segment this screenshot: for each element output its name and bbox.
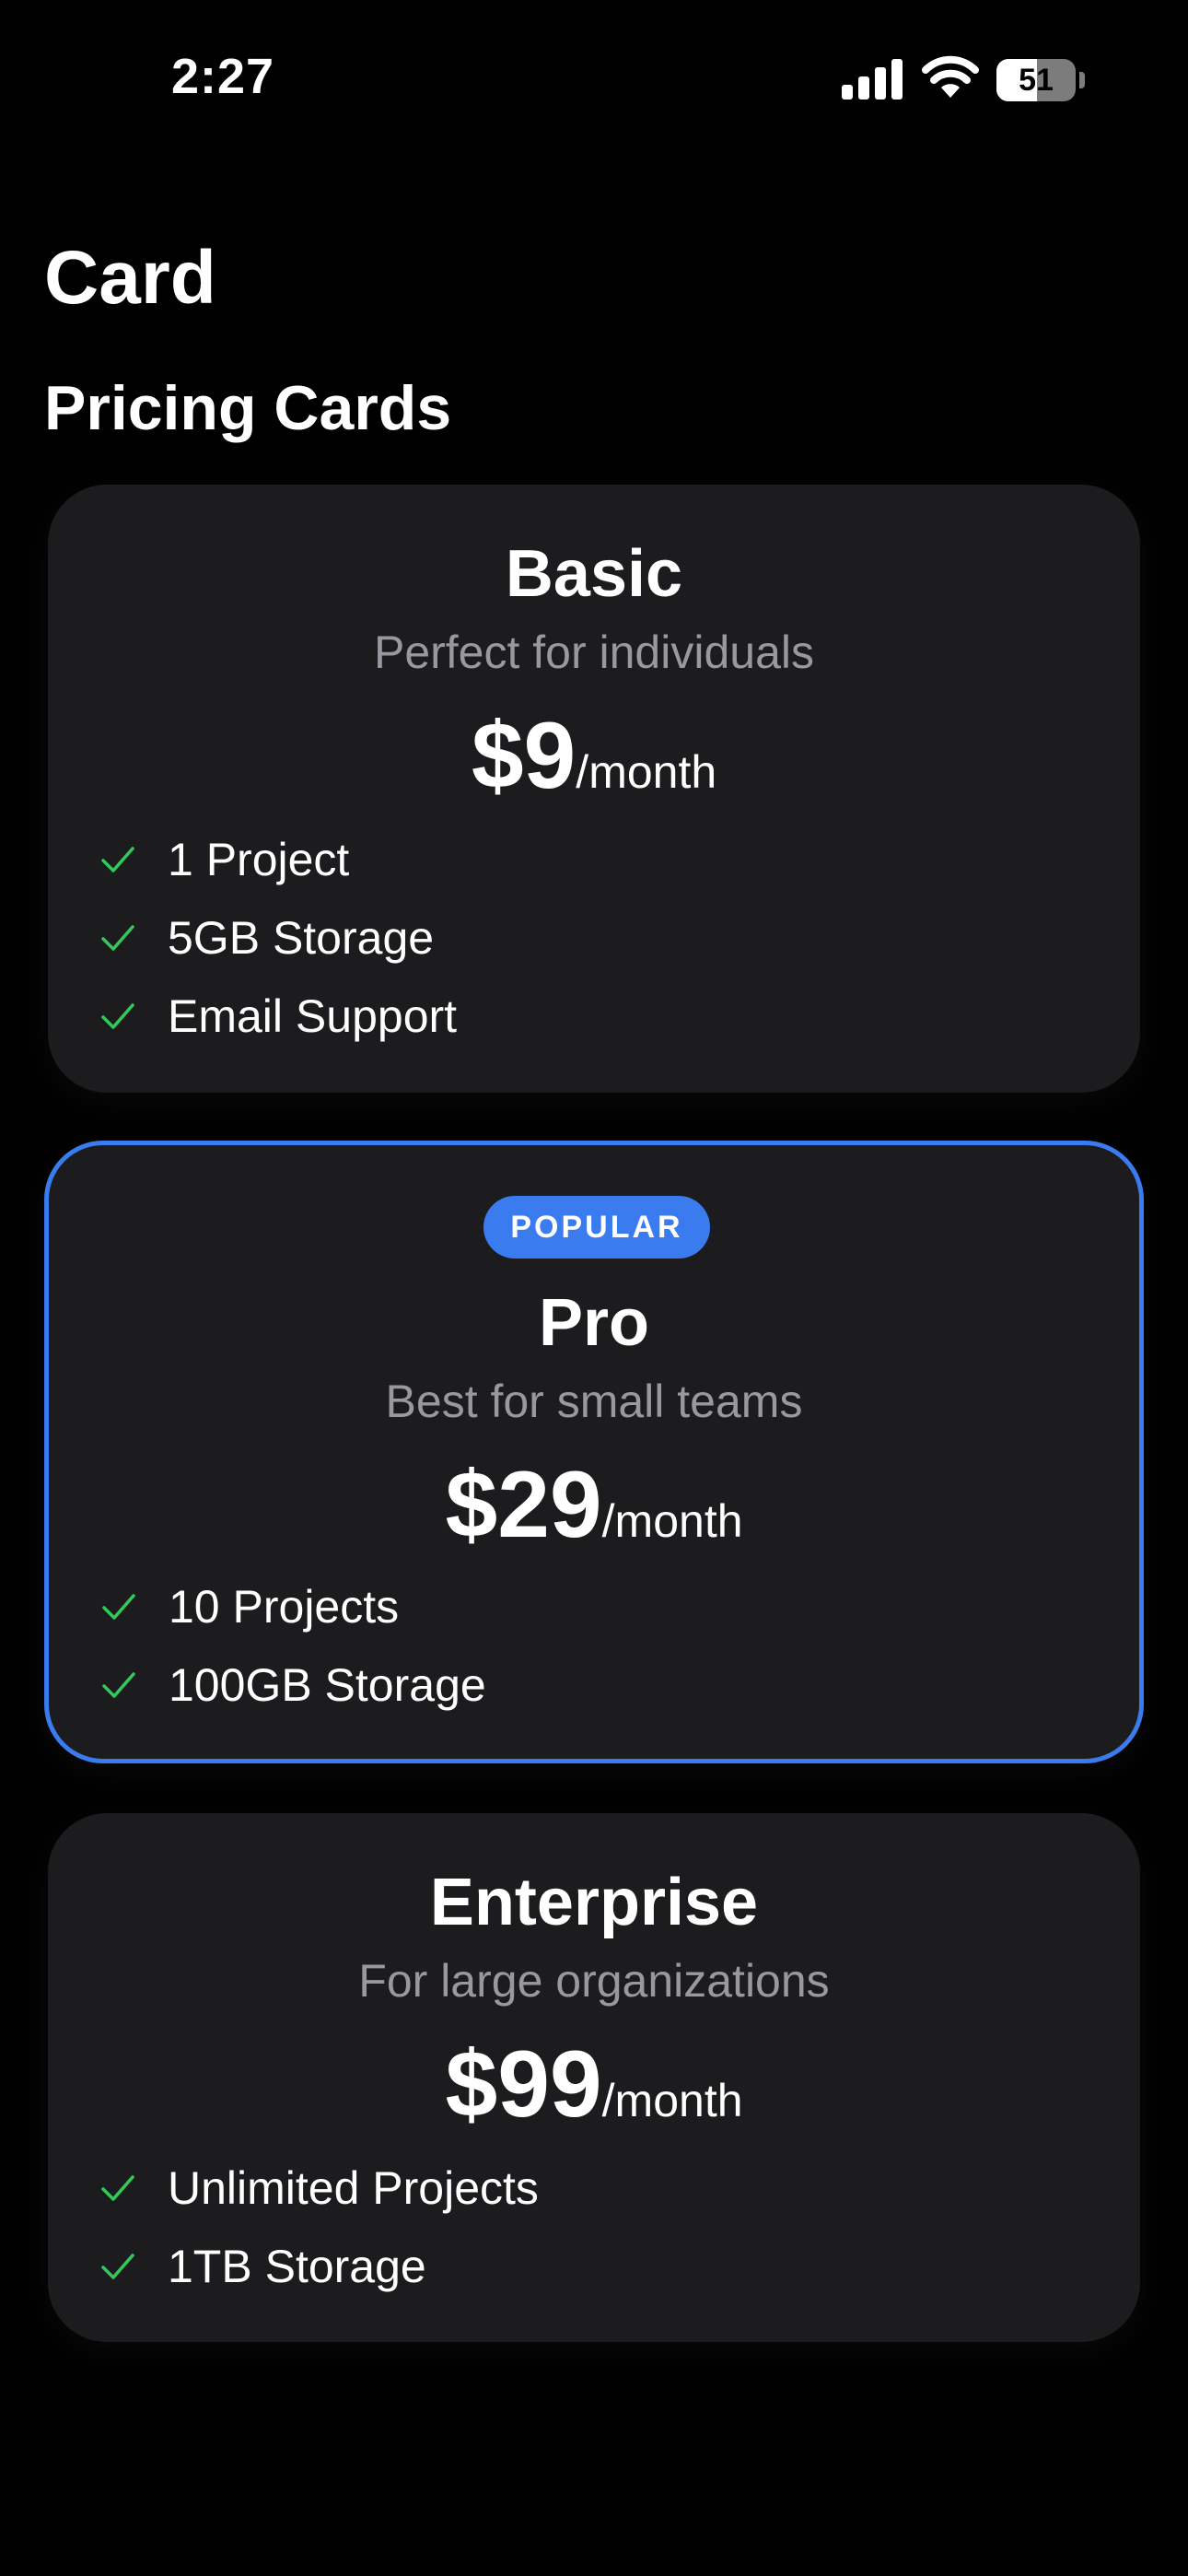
- checkmark-icon: [102, 1593, 135, 1620]
- battery-icon: 51: [996, 59, 1085, 101]
- checkmark-icon: [101, 2253, 134, 2279]
- status-bar: 2:27 51: [0, 0, 1188, 157]
- popular-badge: POPULAR: [483, 1196, 710, 1259]
- price-amount: $99: [445, 2032, 602, 2137]
- feature-item: 1 Project: [99, 820, 457, 898]
- price-period: /month: [601, 1495, 743, 1547]
- feature-list: 10 Projects 100GB Storage: [100, 1567, 486, 1724]
- feature-item: Email Support: [99, 977, 457, 1055]
- feature-text: Unlimited Projects: [168, 2161, 539, 2214]
- plan-description: For large organizations: [358, 1955, 830, 2007]
- feature-item: 10 Projects: [100, 1567, 486, 1645]
- plan-price: $9/month: [48, 700, 1140, 839]
- feature-text: 100GB Storage: [169, 1658, 486, 1711]
- feature-text: 10 Projects: [169, 1580, 400, 1633]
- battery-level: 51: [1019, 63, 1054, 98]
- checkmark-icon: [101, 846, 134, 872]
- plan-price: $99/month: [48, 2029, 1140, 2168]
- plan-description: Perfect for individuals: [373, 626, 814, 678]
- checkmark-icon: [101, 924, 134, 951]
- feature-item: Unlimited Projects: [99, 2149, 539, 2227]
- feature-item: 5GB Storage: [99, 898, 457, 977]
- plan-name: Pro: [538, 1286, 650, 1360]
- plan-description: Best for small teams: [385, 1376, 803, 1427]
- pricing-card-basic[interactable]: Basic Perfect for individuals $9/month 1…: [48, 485, 1140, 1093]
- checkmark-icon: [101, 1002, 134, 1029]
- checkmark-icon: [101, 2174, 134, 2201]
- pricing-card-enterprise[interactable]: Enterprise For large organizations $99/m…: [48, 1813, 1140, 2342]
- wifi-icon: [922, 55, 979, 98]
- cellular-signal-icon: [842, 59, 903, 100]
- price-period: /month: [601, 2075, 743, 2126]
- pricing-card-pro[interactable]: POPULAR Pro Best for small teams $29/mon…: [44, 1141, 1144, 1763]
- plan-name: Basic: [505, 537, 683, 611]
- feature-item: 100GB Storage: [100, 1645, 486, 1724]
- feature-text: 1TB Storage: [168, 2240, 426, 2292]
- feature-text: 1 Project: [168, 833, 350, 885]
- price-period: /month: [576, 746, 717, 798]
- price-amount: $9: [471, 703, 577, 808]
- checkmark-icon: [102, 1671, 135, 1698]
- section-title: Pricing Cards: [44, 373, 452, 443]
- status-time: 2:27: [171, 49, 275, 104]
- feature-list: 1 Project 5GB Storage Email Support: [99, 820, 457, 1055]
- feature-text: Email Support: [168, 989, 458, 1042]
- price-amount: $29: [445, 1452, 602, 1557]
- feature-text: 5GB Storage: [168, 911, 435, 964]
- page-title: Card: [44, 236, 216, 320]
- feature-item: 1TB Storage: [99, 2227, 539, 2305]
- feature-list: Unlimited Projects 1TB Storage: [99, 2149, 539, 2305]
- plan-name: Enterprise: [429, 1866, 759, 1939]
